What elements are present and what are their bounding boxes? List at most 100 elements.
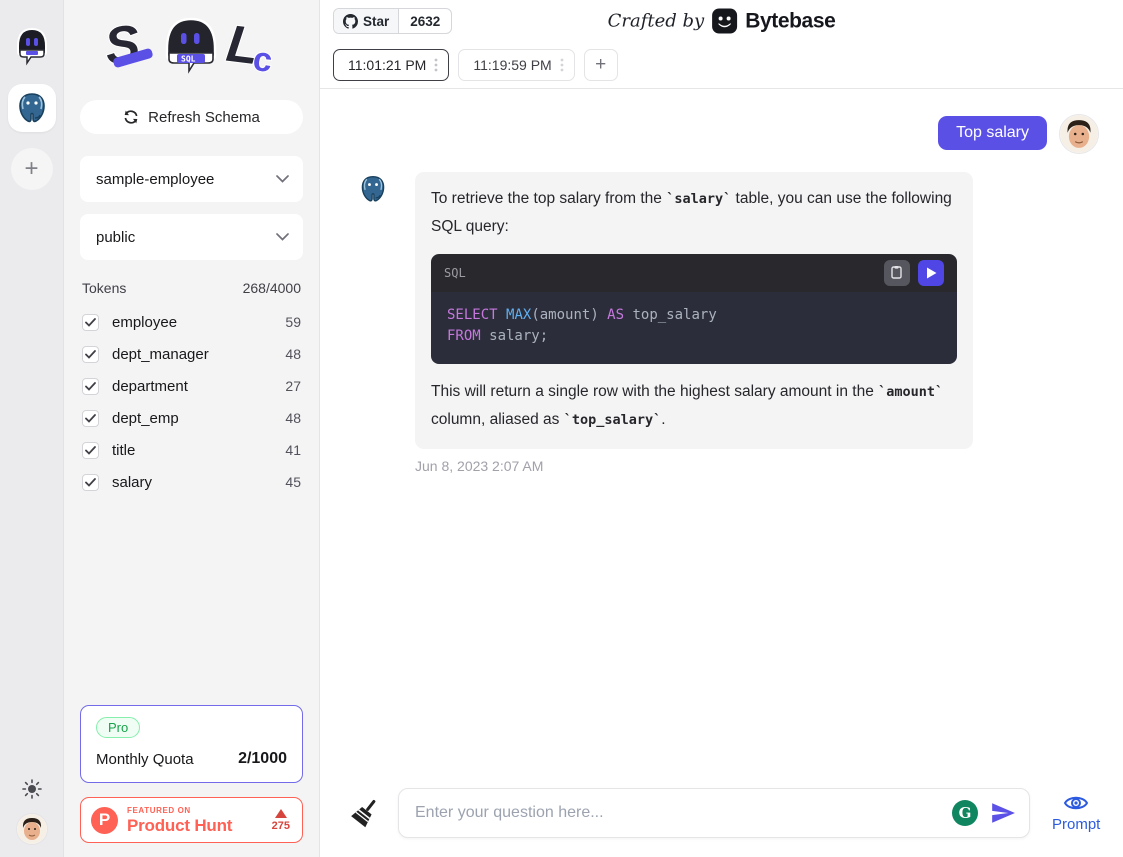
assistant-message-bubble: To retrieve the top salary from the `sal… xyxy=(415,172,973,449)
quota-card: Pro Monthly Quota 2/1000 xyxy=(80,705,303,783)
question-input[interactable] xyxy=(398,788,1030,838)
bytebase-brand-link[interactable]: Bytebase xyxy=(745,9,835,33)
user-message-bubble: Top salary xyxy=(938,116,1047,150)
send-button[interactable] xyxy=(990,800,1016,826)
product-hunt-featured-label: FEATURED ON xyxy=(127,807,232,815)
assistant-avatar xyxy=(358,174,388,204)
table-row: salary 45 xyxy=(80,466,303,498)
table-name: department xyxy=(112,378,188,395)
check-icon xyxy=(85,350,96,359)
table-checkbox[interactable] xyxy=(82,314,99,331)
clipboard-icon xyxy=(891,266,904,280)
refresh-schema-button[interactable]: Refresh Schema xyxy=(80,100,303,134)
run-query-button[interactable] xyxy=(918,260,944,286)
github-star-count: 2632 xyxy=(399,9,451,33)
table-name: dept_emp xyxy=(112,410,179,427)
inline-code: `top_salary` xyxy=(564,412,662,428)
product-hunt-votes: 275 xyxy=(272,809,290,832)
table-name: employee xyxy=(112,314,177,331)
assistant-paragraph: To retrieve the top salary from the `sal… xyxy=(431,185,957,241)
user-face-icon xyxy=(1060,115,1098,153)
github-star-label: Star xyxy=(363,14,389,29)
logo-letter-s: S xyxy=(101,14,144,76)
upvote-count: 275 xyxy=(272,820,290,832)
eye-icon xyxy=(1063,793,1089,813)
tab-conversation-1[interactable]: 11:01:21 PM xyxy=(333,49,449,81)
tokens-label: Tokens xyxy=(82,280,126,296)
postgresql-icon xyxy=(15,91,49,125)
table-checkbox[interactable] xyxy=(82,346,99,363)
inline-code: `amount` xyxy=(878,384,943,400)
table-name: title xyxy=(112,442,135,459)
tab-label: 11:01:21 PM xyxy=(348,57,426,73)
tokens-value: 268/4000 xyxy=(243,280,301,296)
play-icon xyxy=(926,267,937,279)
upvote-icon xyxy=(275,809,287,818)
table-checkbox[interactable] xyxy=(82,442,99,459)
table-token-count: 41 xyxy=(285,442,301,458)
table-token-count: 27 xyxy=(285,378,301,394)
table-checkbox[interactable] xyxy=(82,474,99,491)
sqlchat-bot-avatar[interactable] xyxy=(8,22,56,70)
table-row: department 27 xyxy=(80,370,303,402)
check-icon xyxy=(85,446,96,455)
refresh-schema-label: Refresh Schema xyxy=(148,109,260,126)
table-token-count: 48 xyxy=(285,346,301,362)
robot-head-icon xyxy=(13,26,51,66)
conversation-tabs: 11:01:21 PM 11:19:59 PM + xyxy=(320,42,1123,89)
user-face-icon xyxy=(17,814,47,844)
table-name: dept_manager xyxy=(112,346,209,363)
database-select[interactable]: sample-employee xyxy=(80,156,303,202)
chat-messages: Top salary xyxy=(320,90,1123,783)
github-star-button[interactable]: Star 2632 xyxy=(333,8,452,34)
table-token-count: 48 xyxy=(285,410,301,426)
message-timestamp: Jun 8, 2023 2:07 AM xyxy=(320,449,1123,474)
table-list: employee 59 dept_manager 48 department 2… xyxy=(80,306,303,498)
theme-toggle-sun-icon[interactable] xyxy=(22,779,42,799)
logo-robot-q: SQL xyxy=(167,19,215,71)
schema-select[interactable]: public xyxy=(80,214,303,260)
sql-code-block: SQL xyxy=(431,254,957,364)
tab-menu-dots-icon[interactable] xyxy=(430,55,442,75)
crafted-by-text: Crafted by xyxy=(608,11,705,32)
clear-conversation-broom-icon[interactable] xyxy=(350,796,380,830)
check-icon xyxy=(85,318,96,327)
code-block-header: SQL xyxy=(431,254,957,292)
new-conversation-button[interactable]: + xyxy=(584,49,618,81)
tab-menu-dots-icon[interactable] xyxy=(556,55,568,75)
tokens-row: Tokens 268/4000 xyxy=(80,280,303,296)
grammarly-icon[interactable]: G xyxy=(952,800,978,826)
table-checkbox[interactable] xyxy=(82,378,99,395)
chat-main: Star 2632 Crafted by Bytebase 11:01:21 P… xyxy=(320,0,1123,857)
connection-item-postgres[interactable] xyxy=(8,84,56,132)
postgresql-icon xyxy=(358,174,388,204)
user-message-avatar xyxy=(1059,114,1099,154)
add-connection-button[interactable]: + xyxy=(11,148,53,190)
check-icon xyxy=(85,382,96,391)
database-select-value: sample-employee xyxy=(96,171,214,188)
rail-bottom xyxy=(0,779,64,845)
product-hunt-badge[interactable]: P FEATURED ON Product Hunt 275 xyxy=(80,797,303,843)
table-row: dept_manager 48 xyxy=(80,338,303,370)
chevron-down-icon xyxy=(276,175,289,183)
table-row: dept_emp 48 xyxy=(80,402,303,434)
product-hunt-logo: P xyxy=(91,807,118,834)
code-language-label: SQL xyxy=(444,259,466,287)
table-checkbox[interactable] xyxy=(82,410,99,427)
copy-code-button[interactable] xyxy=(884,260,910,286)
bytebase-logo-icon xyxy=(711,8,738,35)
crafted-by: Crafted by Bytebase xyxy=(608,8,836,35)
question-input-wrap: G xyxy=(398,788,1030,838)
refresh-icon xyxy=(123,109,139,125)
prompt-label: Prompt xyxy=(1052,816,1100,833)
tab-conversation-2[interactable]: 11:19:59 PM xyxy=(458,49,574,81)
github-icon xyxy=(343,14,358,29)
logo-tag: SQL xyxy=(181,54,196,63)
composer: G Prompt xyxy=(320,783,1123,857)
schema-sidebar: S SQL L c Refresh Schema xyxy=(64,0,320,857)
quota-value: 2/1000 xyxy=(238,750,287,768)
table-token-count: 45 xyxy=(285,474,301,490)
user-account-avatar[interactable] xyxy=(16,813,48,845)
sqlchat-logo: S SQL L c xyxy=(80,8,303,80)
prompt-button[interactable]: Prompt xyxy=(1052,793,1100,833)
